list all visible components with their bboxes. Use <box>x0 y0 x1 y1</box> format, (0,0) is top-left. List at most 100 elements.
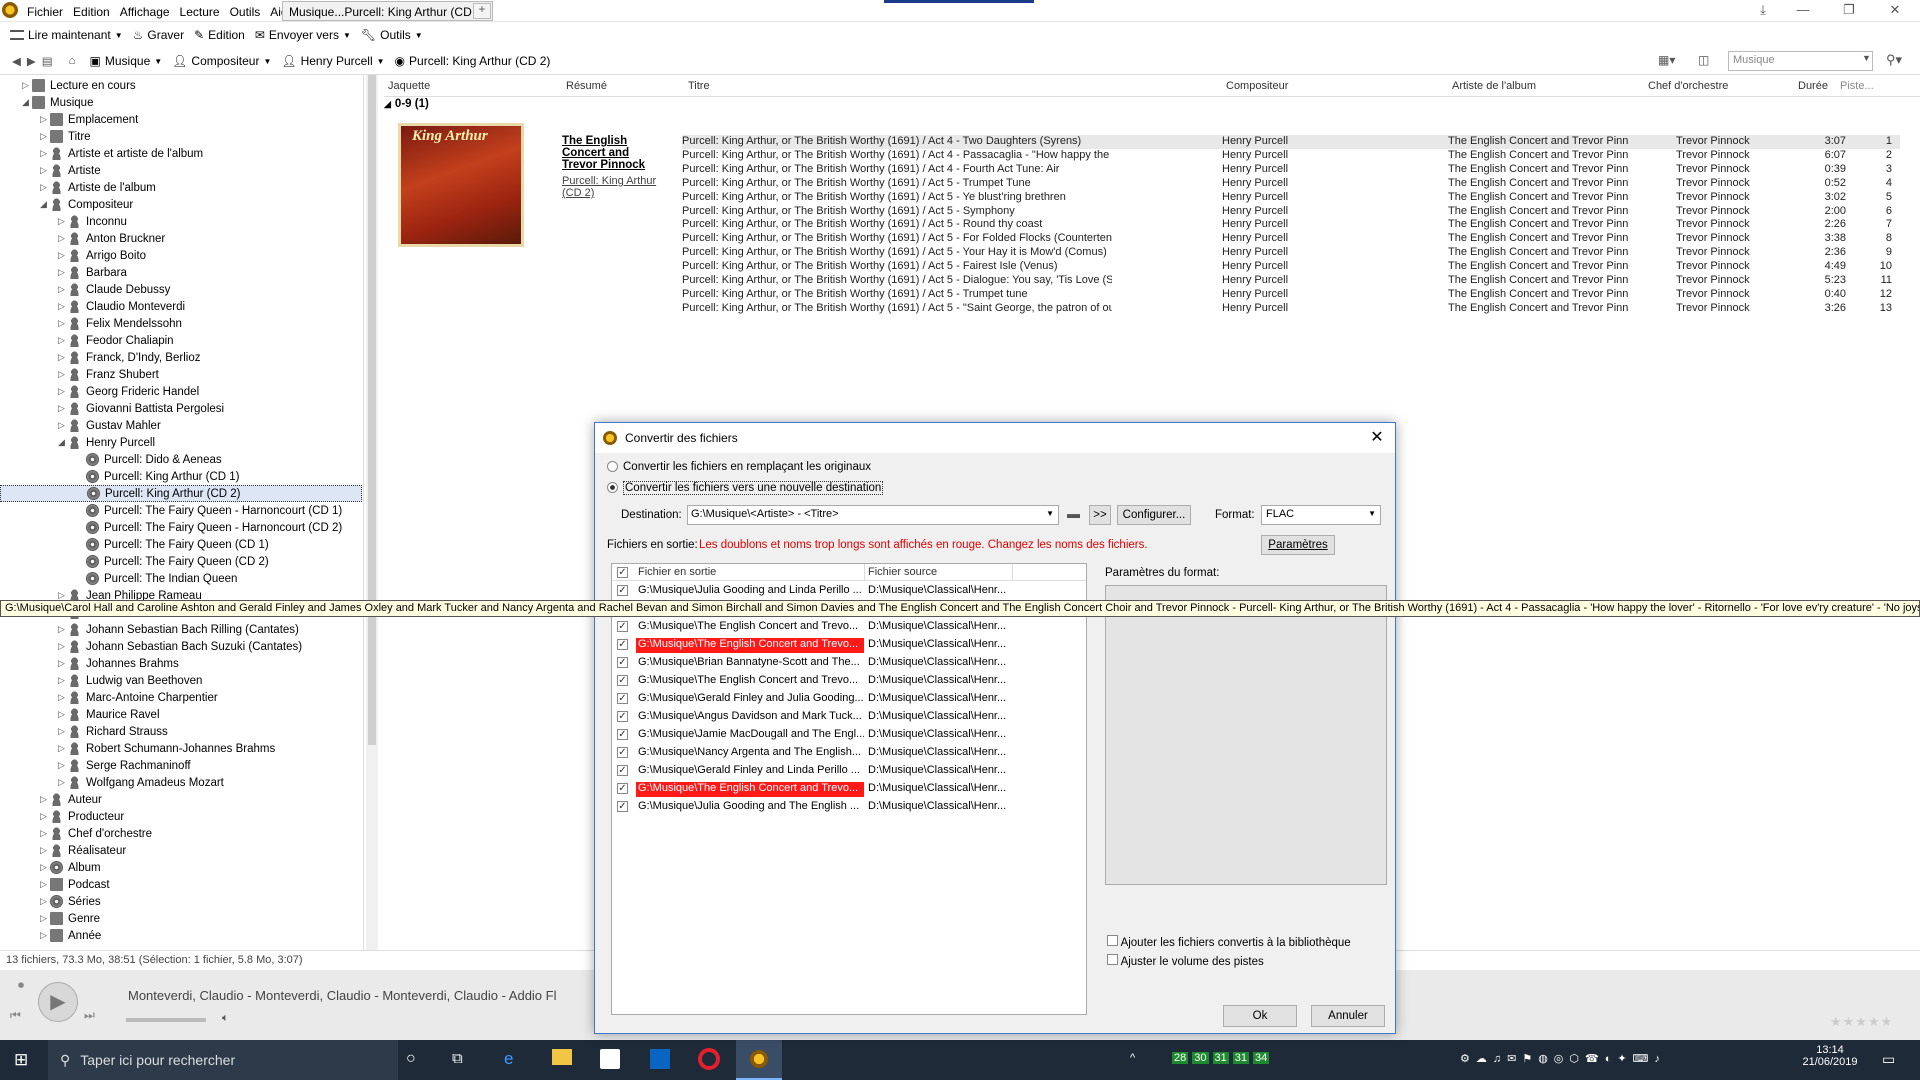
tray-expand-icon[interactable]: ^ <box>1130 1052 1135 1064</box>
tree-item[interactable]: ▷ Album <box>0 859 362 876</box>
layout-icon[interactable]: ◫ <box>1698 53 1709 67</box>
track-row[interactable]: Purcell: King Arthur, or The British Wor… <box>682 260 1900 274</box>
tree-item[interactable]: ▷ Felix Mendelssohn <box>0 315 362 332</box>
menu-outils[interactable]: Outils <box>225 2 266 22</box>
tree-item[interactable]: ▷ Arrigo Boito <box>0 247 362 264</box>
tray-counter[interactable]: 28 <box>1172 1052 1189 1064</box>
expand-arrow-icon[interactable]: ▷ <box>58 743 68 754</box>
tree-item[interactable]: ▷ Giovanni Battista Pergolesi <box>0 400 362 417</box>
output-file-row[interactable]: ✓ G:\Musique\Nancy Argenta and The Englis… <box>612 744 1086 762</box>
expand-arrow-icon[interactable]: ▷ <box>58 777 68 788</box>
output-file-row[interactable]: ✓ G:\Musique\Brian Bannatyne-Scott and Th… <box>612 654 1086 672</box>
tray-counter[interactable]: 31 <box>1212 1052 1229 1064</box>
track-row[interactable]: Purcell: King Arthur, or The British Wor… <box>682 274 1900 288</box>
app-logo-icon[interactable] <box>2 2 18 18</box>
expand-arrow-icon[interactable]: ▷ <box>40 913 50 924</box>
sidebar-scrollbar-thumb[interactable] <box>368 75 376 745</box>
outlook-icon[interactable] <box>650 1049 670 1069</box>
track-row[interactable]: Purcell: King Arthur, or The British Wor… <box>682 288 1900 302</box>
tree-item[interactable]: ▷ Artiste et artiste de l'album <box>0 145 362 162</box>
column-album-artist[interactable]: Artiste de l'album <box>1452 80 1536 92</box>
add-to-library-option[interactable]: Ajouter les fichiers convertis à la bibl… <box>1107 935 1351 949</box>
expand-button[interactable]: >> <box>1089 505 1111 525</box>
expand-arrow-icon[interactable]: ▷ <box>40 131 50 142</box>
column-duration[interactable]: Durée <box>1798 80 1828 92</box>
track-row[interactable]: Purcell: King Arthur, or The British Wor… <box>682 218 1900 232</box>
expand-arrow-icon[interactable]: ▷ <box>58 624 68 635</box>
expand-arrow-icon[interactable]: ▷ <box>58 709 68 720</box>
expand-arrow-icon[interactable]: ◢ <box>40 199 50 210</box>
notifications-icon[interactable]: ▭ <box>1882 1051 1895 1068</box>
file-checkbox[interactable]: ✓ <box>617 747 628 758</box>
column-titre[interactable]: Titre <box>688 80 710 92</box>
expand-arrow-icon[interactable]: ▷ <box>58 267 68 278</box>
format-select[interactable]: FLAC ▼ <box>1261 505 1381 525</box>
tree-item[interactable]: ◢ Musique <box>0 94 362 111</box>
expand-arrow-icon[interactable]: ▷ <box>58 284 68 295</box>
tree-item[interactable]: ▷ Artiste <box>0 162 362 179</box>
tree-item[interactable]: ▷ Marc-Antoine Charpentier <box>0 689 362 706</box>
file-checkbox[interactable]: ✓ <box>617 801 628 812</box>
stop-icon[interactable]: ⏺ <box>18 978 24 993</box>
expand-arrow-icon[interactable]: ▷ <box>40 845 50 856</box>
expand-arrow-icon[interactable]: ▷ <box>58 760 68 771</box>
configure-button[interactable]: Configurer... <box>1117 505 1191 525</box>
expand-arrow-icon[interactable]: ▷ <box>40 879 50 890</box>
expand-arrow-icon[interactable]: ▷ <box>58 233 68 244</box>
file-checkbox[interactable]: ✓ <box>617 639 628 650</box>
tree-item[interactable]: ▷ Anton Bruckner <box>0 230 362 247</box>
track-row[interactable]: Purcell: King Arthur, or The British Wor… <box>682 177 1900 191</box>
tree-item[interactable]: Purcell: Dido & Aeneas <box>0 451 362 468</box>
track-row[interactable]: Purcell: King Arthur, or The British Wor… <box>682 232 1900 246</box>
tree-item[interactable]: ▷ Johann Sebastian Bach Rilling (Cantates… <box>0 621 362 638</box>
dialog-close-button[interactable]: ✕ <box>1365 427 1389 449</box>
tools-button[interactable]: 🔧︎ Outils ▼ <box>361 22 423 48</box>
breadcrumb-henry-purcell[interactable]: 👤︎ Henry Purcell ▼ <box>281 48 384 74</box>
ok-button[interactable]: Ok <box>1223 1005 1297 1027</box>
windows-start-icon[interactable]: ⊞ <box>14 1050 28 1070</box>
breadcrumb-compositeur[interactable]: 👤︎ Compositeur ▼ <box>172 48 271 74</box>
menu-edition[interactable]: Edition <box>68 2 115 22</box>
output-file-row[interactable]: ✓ G:\Musique\Julia Gooding and Linda Peri… <box>612 582 1086 600</box>
column-track[interactable]: Piste... <box>1840 80 1874 92</box>
next-icon[interactable]: ⏭ <box>84 1008 95 1023</box>
tray-counter[interactable]: 31 <box>1232 1052 1249 1064</box>
expand-arrow-icon[interactable]: ◢ <box>22 97 32 108</box>
tree-item[interactable]: ▷ Réalisateur <box>0 842 362 859</box>
tree-item[interactable]: Purcell: The Fairy Queen (CD 1) <box>0 536 362 553</box>
chevron-down-icon[interactable]: ▼ <box>1862 53 1871 63</box>
expand-arrow-icon[interactable]: ▷ <box>58 641 68 652</box>
expand-arrow-icon[interactable]: ▷ <box>58 692 68 703</box>
rating-stars[interactable]: ★★★★★ <box>1830 1014 1893 1030</box>
track-row[interactable]: Purcell: King Arthur, or The British Wor… <box>682 302 1900 316</box>
tree-item[interactable]: Purcell: King Arthur (CD 2) <box>0 485 362 502</box>
tree-item[interactable]: ▷ Année <box>0 927 362 944</box>
tree-item[interactable]: ▷ Gustav Mahler <box>0 417 362 434</box>
tree-item[interactable]: ▷ Artiste de l'album <box>0 179 362 196</box>
view-mode-icon[interactable]: ▦▾ <box>1658 53 1675 67</box>
cancel-button[interactable]: Annuler <box>1311 1005 1385 1027</box>
group-header[interactable]: ◢ 0-9 (1) <box>384 98 429 110</box>
back-arrow-icon[interactable]: ◀ <box>12 54 21 68</box>
tree-item[interactable]: ▷ Wolfgang Amadeus Mozart <box>0 774 362 791</box>
output-file-row[interactable]: ✓ G:\Musique\Jamie MacDougall and The Eng… <box>612 726 1086 744</box>
file-checkbox[interactable]: ✓ <box>617 675 628 686</box>
maximize-button[interactable]: ❐ <box>1826 0 1872 22</box>
expand-arrow-icon[interactable]: ▷ <box>40 896 50 907</box>
expand-arrow-icon[interactable]: ▷ <box>58 335 68 346</box>
expand-arrow-icon[interactable]: ▷ <box>58 318 68 329</box>
expand-arrow-icon[interactable]: ▷ <box>58 726 68 737</box>
track-row[interactable]: Purcell: King Arthur, or The British Wor… <box>682 163 1900 177</box>
expand-arrow-icon[interactable]: ▷ <box>40 148 50 159</box>
expand-arrow-icon[interactable]: ▷ <box>40 811 50 822</box>
cortana-icon[interactable]: ○ <box>406 1050 416 1068</box>
expand-arrow-icon[interactable]: ▷ <box>58 369 68 380</box>
destination-combobox[interactable]: G:\Musique\<Artiste> - <Titre> ▼ <box>687 505 1059 525</box>
column-source-file[interactable]: Fichier source <box>868 566 937 578</box>
tree-item[interactable]: Purcell: The Fairy Queen - Harnoncourt (… <box>0 519 362 536</box>
album-artist-link[interactable]: The English Concert and Trevor Pinnock <box>562 135 662 171</box>
column-resume[interactable]: Résumé <box>566 80 607 92</box>
output-file-row[interactable]: ✓ G:\Musique\The English Concert and Trev… <box>612 780 1086 798</box>
edit-button[interactable]: ✎ Edition <box>194 22 245 48</box>
expand-arrow-icon[interactable]: ▷ <box>58 352 68 363</box>
